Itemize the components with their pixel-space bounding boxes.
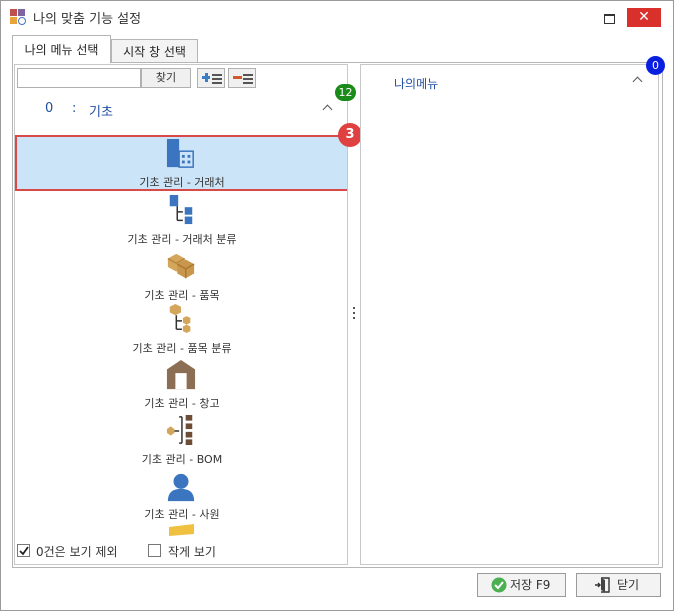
close-button-label: 닫기	[617, 578, 640, 592]
exit-door-icon	[595, 577, 610, 593]
search-input[interactable]	[17, 68, 141, 88]
menu-item-label: 기초 관리 - BOM	[141, 453, 223, 466]
menu-item[interactable]: 기초 관리 - 품목	[15, 247, 347, 303]
exclude-zero-label: 0건은 보기 제외	[36, 545, 118, 559]
menu-item-label: 기초 관리 - 거래처 분류	[127, 233, 237, 246]
small-view-label: 작게 보기	[168, 545, 216, 559]
my-menu-title: 나의메뉴	[394, 77, 439, 91]
search-button[interactable]: 찾기	[141, 68, 191, 88]
selected-step-badge: 3	[338, 123, 362, 147]
bom-tree-icon	[166, 415, 193, 445]
save-button[interactable]: 저장 F9	[477, 573, 566, 597]
menu-item-label: 기초 관리 - 품목	[144, 289, 220, 302]
maximize-button[interactable]	[598, 9, 620, 27]
my-menu-count-badge: 0	[646, 56, 665, 75]
window-title: 나의 맞춤 기능 설정	[33, 12, 142, 27]
save-button-label: 저장 F9	[510, 578, 551, 592]
boxes-icon	[167, 253, 195, 279]
collapse-my-menu-chevron-icon[interactable]	[632, 75, 644, 85]
title-bar: 나의 맞춤 기능 설정 ✕	[1, 1, 673, 33]
expand-all-button[interactable]	[197, 68, 225, 88]
menu-item[interactable]: 기초 관리 - 거래처 분류	[15, 191, 347, 247]
tab-start-window[interactable]: 시작 창 선택	[111, 39, 198, 63]
building-icon	[166, 139, 194, 168]
menu-item[interactable]: 기초 관리 - 품목 분류	[15, 303, 347, 359]
box-tree-icon	[169, 303, 191, 333]
menu-item[interactable]: 기초 관리 - 사원	[15, 471, 347, 527]
group-name: 기초	[89, 105, 113, 120]
menu-item[interactable]: 기초 관리 - 거래처	[15, 135, 347, 191]
collapse-group-chevron-icon[interactable]	[322, 103, 334, 113]
menu-item[interactable]: 기초 관리 - BOM	[15, 415, 347, 471]
warehouse-icon	[166, 360, 196, 390]
panel-splitter-grip[interactable]	[352, 305, 356, 321]
menu-item-label: 기초 관리 - 품목 분류	[132, 342, 232, 355]
tab-my-menu[interactable]: 나의 메뉴 선택	[12, 35, 111, 63]
group-number: 0	[45, 101, 54, 116]
menu-item[interactable]: 기초 관리 - 창고	[15, 359, 347, 415]
checkmark-icon	[19, 546, 29, 556]
group-count-badge: 12	[335, 84, 356, 101]
collapse-all-button[interactable]	[228, 68, 256, 88]
close-window-button[interactable]: ✕	[627, 8, 661, 27]
group-separator: :	[72, 101, 77, 116]
org-tree-icon	[169, 195, 193, 225]
menu-item-label: 기초 관리 - 창고	[144, 397, 220, 410]
ledger-icon	[169, 524, 194, 536]
check-circle-icon	[491, 577, 507, 593]
menu-source-panel: 찾기 0 : 기초 기초 관리 - 거래처 기초 관리 - 거래처 분류 기초 …	[14, 64, 348, 565]
menu-item-label: 기초 관리 - 거래처	[139, 176, 225, 189]
app-icon	[10, 9, 26, 25]
settings-dialog: 나의 맞춤 기능 설정 ✕ 나의 메뉴 선택 시작 창 선택 찾기 0: 기초…	[0, 0, 674, 611]
person-icon	[167, 473, 195, 502]
exclude-zero-checkbox[interactable]	[17, 544, 30, 557]
my-menu-panel: 나의메뉴	[360, 64, 659, 565]
close-button[interactable]: 닫기	[576, 573, 661, 597]
menu-item-label: 기초 관리 - 사원	[144, 508, 220, 521]
small-view-checkbox[interactable]	[148, 544, 161, 557]
